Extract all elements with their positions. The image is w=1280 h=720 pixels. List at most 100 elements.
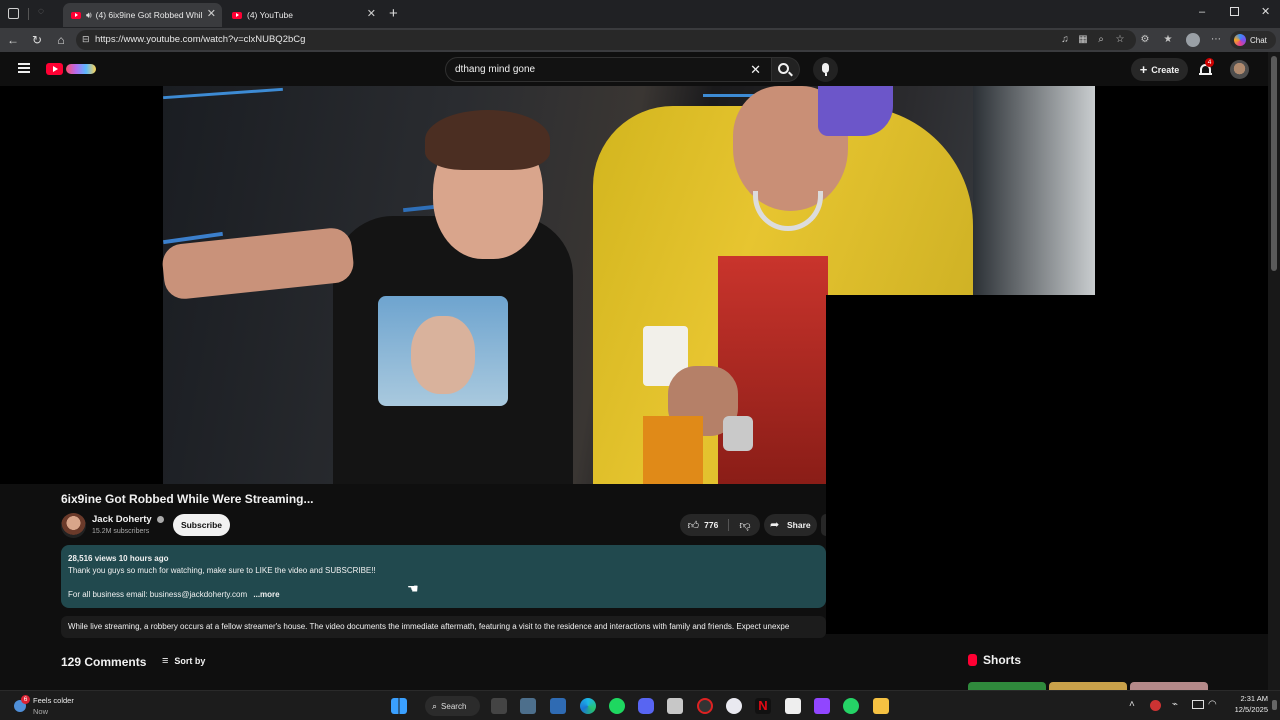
channel-name[interactable]: Jack Doherty: [92, 514, 165, 525]
itunes-icon[interactable]: [726, 698, 742, 714]
file-explorer-icon[interactable]: [873, 698, 889, 714]
app-available-icon[interactable]: ▦: [1076, 33, 1090, 47]
tab-video[interactable]: 🔊︎ (4) 6ix9ine Got Robbed Whil ✕: [63, 3, 222, 27]
more-options-icon[interactable]: ⋯: [1209, 33, 1223, 47]
network-icon[interactable]: ⌁: [1172, 699, 1178, 710]
copilot-icon: [1234, 34, 1246, 46]
subscribe-button[interactable]: Subscribe: [173, 514, 230, 536]
ai-summary-text: While live streaming, a robbery occurs a…: [68, 622, 790, 631]
tab-youtube-home[interactable]: (4) YouTube ✕: [224, 3, 382, 27]
weather-widget[interactable]: 6 Feels colder Now: [14, 694, 84, 718]
site-info-icon[interactable]: ⊟: [82, 34, 90, 45]
sort-by-label: Sort by: [174, 656, 206, 666]
more-actions-button[interactable]: [821, 514, 826, 536]
task-view-icon[interactable]: [491, 698, 507, 714]
weather-badge: 6: [21, 695, 30, 704]
channel-avatar[interactable]: [61, 513, 86, 538]
tray-icon[interactable]: [1150, 700, 1161, 711]
plus-icon: +: [1139, 61, 1148, 77]
clear-search-icon[interactable]: ✕: [750, 62, 761, 78]
sort-by-button[interactable]: ≡ Sort by: [162, 655, 205, 667]
browser-toolbar: ← ↻ ⌂ ⊟ https://www.youtube.com/watch?v=…: [0, 28, 1280, 52]
tab-separator: [28, 8, 29, 20]
extensions-icon[interactable]: ⚙: [1138, 33, 1152, 47]
clock[interactable]: 2:31 AM 12/5/2025: [1226, 694, 1268, 714]
close-window-button[interactable]: ✕: [1261, 5, 1270, 18]
short-thumbnail[interactable]: [1049, 682, 1127, 690]
capcut-icon[interactable]: [785, 698, 801, 714]
refresh-icon[interactable]: ↻: [29, 32, 45, 48]
copilot-label: Chat: [1250, 35, 1267, 45]
notification-center-icon[interactable]: [1272, 700, 1277, 710]
short-thumbnail[interactable]: [1130, 682, 1208, 690]
sort-icon: ≡: [162, 655, 169, 667]
description-line: Thank you guys so much for watching, mak…: [68, 566, 376, 575]
video-cap: [818, 86, 893, 136]
search-input[interactable]: dthang mind gone ✕: [445, 57, 772, 82]
close-tab-icon[interactable]: ✕: [207, 7, 216, 20]
app-icon[interactable]: [697, 698, 713, 714]
taskbar-search[interactable]: ⌕ Search: [425, 696, 480, 716]
search-button[interactable]: [772, 57, 800, 82]
whatsapp-icon[interactable]: [843, 698, 859, 714]
video-orange-bag: [643, 416, 703, 484]
microphone-icon: [822, 63, 829, 73]
video-title: 6ix9ine Got Robbed While Were Streaming.…: [61, 492, 314, 506]
share-icon: ➦: [770, 519, 780, 531]
like-dislike-group: 👍︎ 776 👎︎: [680, 514, 760, 536]
home-icon[interactable]: ⌂: [53, 32, 69, 48]
zoom-icon[interactable]: ⌕: [1094, 33, 1108, 47]
search-value: dthang mind gone: [455, 64, 536, 75]
account-avatar[interactable]: [1230, 60, 1249, 79]
views-and-date: 28,516 views 10 hours ago: [68, 554, 169, 563]
menu-icon[interactable]: [18, 63, 30, 73]
youtube-favicon: [232, 11, 242, 19]
wifi-icon[interactable]: ◠: [1208, 699, 1217, 710]
short-thumbnail[interactable]: [968, 682, 1046, 690]
read-aloud-icon[interactable]: ♫: [1058, 33, 1072, 47]
weather-title: Feels colder: [33, 696, 74, 705]
profile-icon[interactable]: [1186, 33, 1200, 47]
notifications-bell-icon[interactable]: 4: [1199, 58, 1214, 76]
create-button[interactable]: + Create: [1131, 58, 1188, 81]
start-icon[interactable]: [391, 698, 407, 714]
twitch-icon[interactable]: [814, 698, 830, 714]
share-label: Share: [787, 520, 811, 530]
mini-player-area: [826, 295, 1280, 484]
like-button[interactable]: 👍︎ 776: [680, 514, 726, 536]
favorites-icon[interactable]: ★: [1161, 33, 1175, 47]
edge-icon[interactable]: [580, 698, 596, 714]
description-box[interactable]: 28,516 views 10 hours ago Thank you guys…: [61, 545, 826, 608]
minimize-button[interactable]: –: [1199, 6, 1205, 18]
scrollbar-thumb[interactable]: [1271, 56, 1277, 271]
description-line: For all business email: business@jackdoh…: [68, 590, 280, 599]
favorite-star-icon[interactable]: ☆: [1113, 33, 1127, 47]
discord-icon[interactable]: [638, 698, 654, 714]
page-scrollbar[interactable]: [1268, 52, 1280, 690]
new-tab-button[interactable]: +: [389, 5, 398, 22]
maximize-button[interactable]: [1230, 7, 1239, 16]
netflix-icon[interactable]: N: [755, 698, 771, 714]
close-tab-icon[interactable]: ✕: [367, 7, 376, 20]
show-hidden-icons[interactable]: ˄: [1129, 699, 1135, 710]
copilot-button[interactable]: Chat: [1230, 31, 1276, 49]
dislike-button[interactable]: 👎︎: [730, 514, 760, 536]
search-icon-handle: [788, 71, 793, 77]
back-icon[interactable]: ←: [5, 32, 21, 48]
address-field[interactable]: ⊟ https://www.youtube.com/watch?v=clxNUB…: [76, 30, 1136, 50]
loading-icon: ◌: [38, 6, 44, 17]
verified-icon: [157, 515, 165, 523]
spotify-icon[interactable]: [609, 698, 625, 714]
show-more-link[interactable]: ...more: [253, 590, 279, 599]
voice-search-button[interactable]: [813, 57, 838, 82]
share-button[interactable]: ➦ Share: [764, 514, 817, 536]
video-player[interactable]: [0, 86, 1280, 484]
video-scene-right: [973, 86, 1095, 296]
widgets-icon[interactable]: [520, 698, 536, 714]
steam-icon[interactable]: [667, 698, 683, 714]
display-icon[interactable]: [1192, 700, 1204, 709]
search-icon: ⌕: [432, 700, 438, 711]
store-icon[interactable]: [550, 698, 566, 714]
tab-actions-icon[interactable]: [8, 8, 19, 19]
youtube-logo[interactable]: [46, 62, 98, 76]
